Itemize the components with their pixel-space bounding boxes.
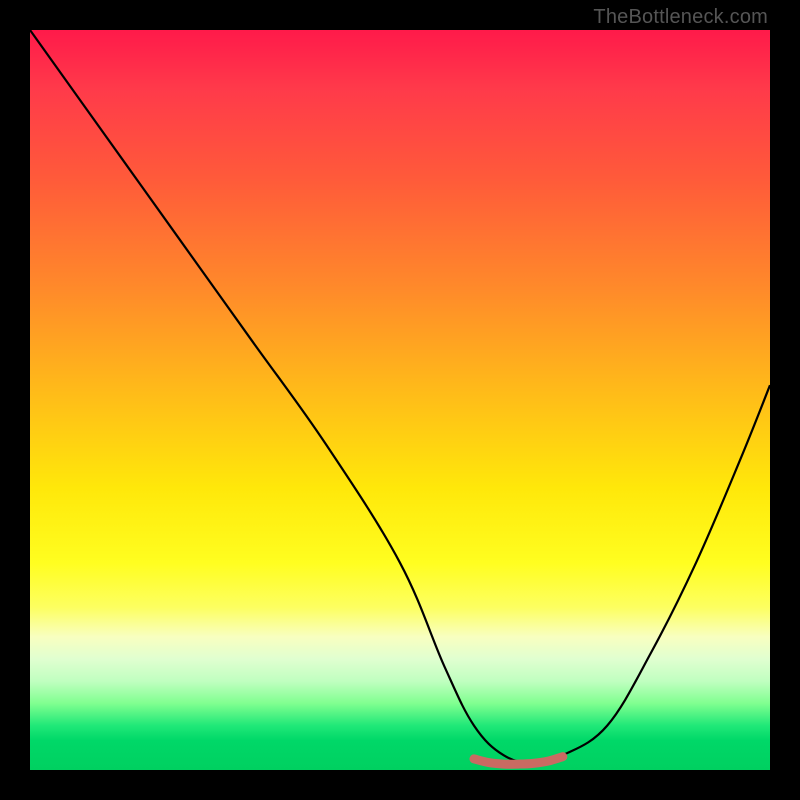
optimal-range-marker-line (474, 757, 563, 765)
bottleneck-curve-line (30, 30, 770, 763)
chart-plot-area (30, 30, 770, 770)
watermark-text: TheBottleneck.com (593, 6, 768, 29)
chart-svg (30, 30, 770, 770)
